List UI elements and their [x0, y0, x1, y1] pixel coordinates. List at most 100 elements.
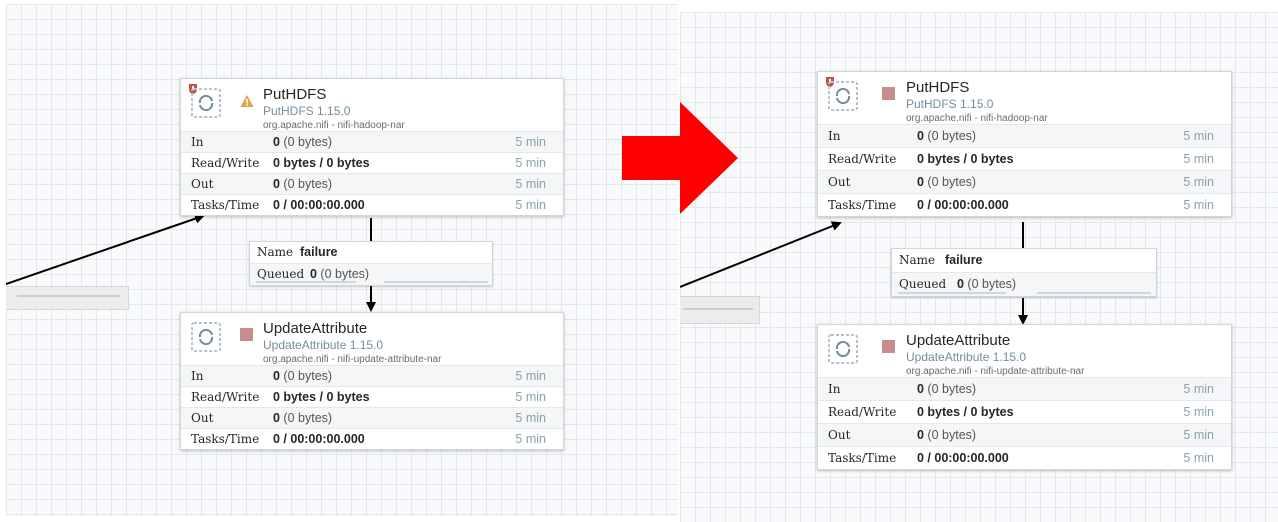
stat-row-in: In 0 (0 bytes) 5 min: [818, 124, 1231, 147]
processor-name: UpdateAttribute: [906, 332, 1011, 349]
canvas-after[interactable]: PutHDFS PutHDFS 1.15.0 org.apache.nifi -…: [680, 12, 1278, 522]
stat-label: Out: [191, 177, 214, 191]
connection-label-failure[interactable]: Name failure Queued 0 (0 bytes): [249, 241, 493, 286]
processor-header: UpdateAttribute UpdateAttribute 1.15.0 o…: [181, 313, 563, 365]
stat-label: Tasks/Time: [191, 198, 260, 212]
processor-type: PutHDFS 1.15.0: [263, 104, 351, 118]
upstream-component-stub[interactable]: [6, 286, 129, 310]
stat-time: 5 min: [1183, 152, 1214, 166]
stat-label: Tasks/Time: [828, 198, 897, 212]
stat-time: 5 min: [515, 198, 546, 212]
processor-bundle: org.apache.nifi - nifi-hadoop-nar: [906, 113, 1048, 124]
processor-name: PutHDFS: [263, 86, 327, 103]
stat-value: 0 (0 bytes): [917, 428, 977, 442]
stat-value: 0 bytes / 0 bytes: [917, 405, 1014, 419]
stat-row-read-write: Read/Write 0 bytes / 0 bytes 5 min: [818, 147, 1231, 170]
stat-row-read-write: Read/Write 0 bytes / 0 bytes 5 min: [818, 400, 1231, 423]
stat-value: 0 (0 bytes): [273, 177, 333, 191]
stat-row-tasks-time: Tasks/Time 0 / 00:00:00.000 5 min: [181, 194, 563, 215]
stat-label: Read/Write: [828, 405, 897, 419]
queue-bar: [898, 292, 1006, 294]
processor-puthdfs[interactable]: PutHDFS PutHDFS 1.15.0 org.apache.nifi -…: [817, 71, 1232, 217]
stat-time: 5 min: [1183, 175, 1214, 189]
connection-name-value: failure: [945, 253, 983, 267]
stat-value: 0 bytes / 0 bytes: [917, 152, 1014, 166]
processor-name: UpdateAttribute: [263, 320, 368, 337]
queue-bar: [384, 281, 488, 283]
connection-name-value: failure: [300, 245, 338, 259]
stat-value: 0 (0 bytes): [273, 369, 333, 383]
processor-header: UpdateAttribute UpdateAttribute 1.15.0 o…: [818, 325, 1231, 377]
connection-name-row: Name failure: [892, 249, 1156, 272]
stat-label: Out: [828, 175, 851, 189]
processor-name: PutHDFS: [906, 79, 970, 96]
stat-label: Out: [191, 411, 214, 425]
stat-value: 0 (0 bytes): [273, 135, 333, 149]
stat-label: Out: [828, 428, 851, 442]
stat-time: 5 min: [515, 411, 546, 425]
processor-header: PutHDFS PutHDFS 1.15.0 org.apache.nifi -…: [818, 72, 1231, 124]
connection-queued-row: Queued 0 (0 bytes): [250, 263, 492, 285]
processor-bundle: org.apache.nifi - nifi-update-attribute-…: [906, 366, 1085, 377]
stopped-icon[interactable]: [240, 328, 253, 341]
stat-time: 5 min: [1183, 382, 1214, 396]
processor-header: PutHDFS PutHDFS 1.15.0 org.apache.nifi -…: [181, 79, 563, 131]
processor-icon: [828, 334, 858, 364]
stat-time: 5 min: [515, 177, 546, 191]
stat-label: Tasks/Time: [191, 432, 260, 446]
stat-value: 0 / 00:00:00.000: [917, 451, 1009, 465]
connection-name-key: Name: [257, 245, 294, 259]
stat-value: 0 (0 bytes): [273, 411, 333, 425]
stat-label: In: [191, 369, 204, 383]
stat-row-out: Out 0 (0 bytes) 5 min: [181, 407, 563, 428]
stat-value: 0 / 00:00:00.000: [917, 198, 1009, 212]
connection-name-key: Name: [899, 253, 936, 267]
stat-time: 5 min: [515, 156, 546, 170]
stat-time: 5 min: [1183, 129, 1214, 143]
stat-row-read-write: Read/Write 0 bytes / 0 bytes 5 min: [181, 386, 563, 407]
connection-label-failure[interactable]: Name failure Queued 0 (0 bytes): [891, 248, 1157, 297]
processor-puthdfs[interactable]: PutHDFS PutHDFS 1.15.0 org.apache.nifi -…: [180, 78, 564, 216]
stat-label: In: [828, 382, 841, 396]
processor-type: UpdateAttribute 1.15.0: [263, 338, 384, 352]
stat-time: 5 min: [515, 390, 546, 404]
warning-icon[interactable]: [240, 94, 254, 108]
stat-row-in: In 0 (0 bytes) 5 min: [181, 131, 563, 152]
stat-label: In: [191, 135, 204, 149]
queue-bar: [1037, 292, 1151, 294]
stat-label: Read/Write: [191, 156, 260, 170]
queue-bar: [256, 281, 356, 283]
stat-time: 5 min: [515, 369, 546, 383]
stat-value: 0 / 00:00:00.000: [273, 432, 365, 446]
processor-icon: [191, 88, 221, 118]
stat-row-tasks-time: Tasks/Time 0 / 00:00:00.000 5 min: [818, 446, 1231, 469]
stat-row-out: Out 0 (0 bytes) 5 min: [818, 423, 1231, 446]
stat-row-tasks-time: Tasks/Time 0 / 00:00:00.000 5 min: [818, 193, 1231, 216]
connection-name-row: Name failure: [250, 242, 492, 263]
processor-updateattribute[interactable]: UpdateAttribute UpdateAttribute 1.15.0 o…: [817, 324, 1232, 470]
processor-type: UpdateAttribute 1.15.0: [906, 350, 1027, 364]
upstream-component-stub[interactable]: [680, 296, 760, 324]
processor-icon: [828, 81, 858, 111]
stat-row-in: In 0 (0 bytes) 5 min: [818, 377, 1231, 400]
stat-time: 5 min: [1183, 198, 1214, 212]
stat-value: 0 bytes / 0 bytes: [273, 390, 370, 404]
stat-time: 5 min: [1183, 405, 1214, 419]
stat-time: 5 min: [1183, 451, 1214, 465]
stopped-icon[interactable]: [882, 340, 895, 353]
stat-row-out: Out 0 (0 bytes) 5 min: [181, 173, 563, 194]
stat-label: Read/Write: [191, 390, 260, 404]
incoming-connection-line: [6, 213, 205, 285]
processor-bundle: org.apache.nifi - nifi-hadoop-nar: [263, 120, 405, 131]
processor-updateattribute[interactable]: UpdateAttribute UpdateAttribute 1.15.0 o…: [180, 312, 564, 450]
stat-row-in: In 0 (0 bytes) 5 min: [181, 365, 563, 386]
stat-row-tasks-time: Tasks/Time 0 / 00:00:00.000 5 min: [181, 428, 563, 449]
transition-arrow-icon: [622, 102, 738, 214]
stat-time: 5 min: [515, 135, 546, 149]
canvas-before[interactable]: PutHDFS PutHDFS 1.15.0 org.apache.nifi -…: [6, 4, 678, 516]
processor-type: PutHDFS 1.15.0: [906, 97, 994, 111]
incoming-connection-line: [680, 221, 842, 288]
stopped-icon[interactable]: [882, 87, 895, 100]
stat-label: Read/Write: [828, 152, 897, 166]
processor-icon: [191, 322, 221, 352]
